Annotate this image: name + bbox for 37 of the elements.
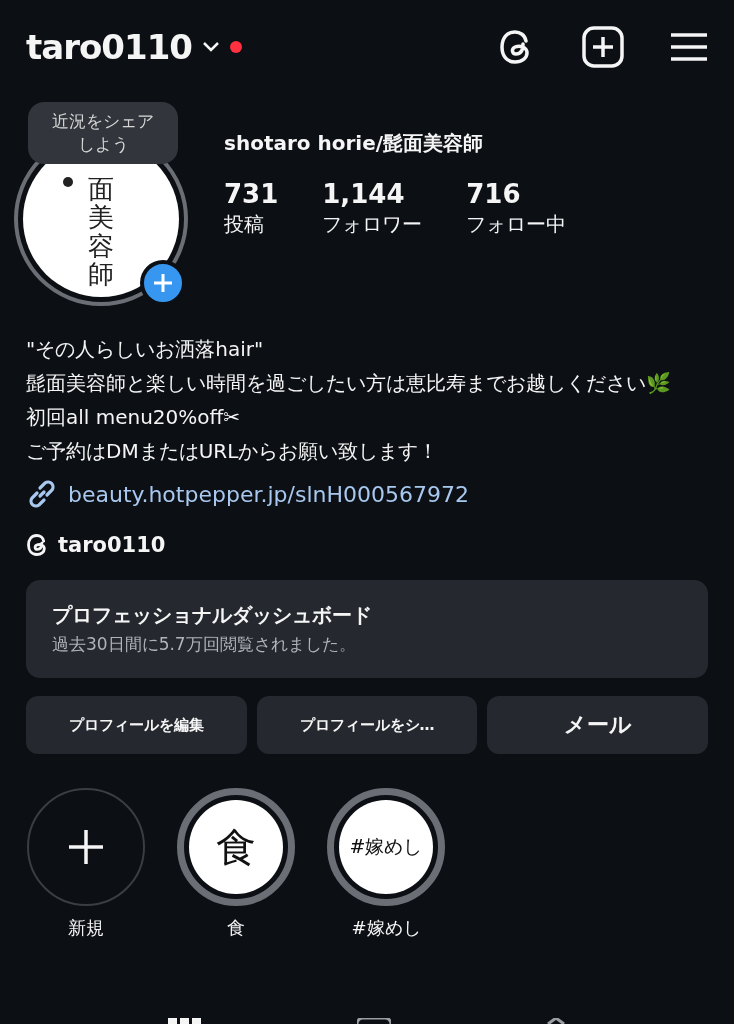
stat-value[interactable]: 716 <box>466 179 567 209</box>
stat-label[interactable]: フォロー中 <box>466 211 567 238</box>
email-button[interactable]: メール <box>487 696 708 754</box>
highlight-label: #嫁めし <box>351 916 421 940</box>
highlight-cover-text: #嫁めし <box>339 800 433 894</box>
dashboard-subtitle: 過去30日間に5.7万回閲覧されました。 <box>52 633 357 656</box>
chevron-down-icon[interactable] <box>201 41 220 53</box>
reels-icon[interactable] <box>357 1018 391 1024</box>
dashboard-title: プロフェッショナルダッシュボード <box>52 602 373 629</box>
stat-value[interactable]: 731 <box>224 179 279 209</box>
profile-button[interactable]: プロフィールをシ… <box>256 696 478 754</box>
menu-icon[interactable] <box>670 32 708 62</box>
website-link[interactable]: beauty.hotpepper.jp/slnH000567972 <box>68 481 469 507</box>
threads-handle[interactable]: taro0110 <box>58 533 166 557</box>
dashboard-card[interactable]: プロフェッショナルダッシュボード 過去30日間に5.7万回閲覧されました。 <box>26 580 708 678</box>
username[interactable]: taro0110 <box>26 27 192 67</box>
bio-line: "その人らしいお洒落hair" <box>26 336 265 363</box>
share-tooltip[interactable]: 近況をシェアしよう <box>28 102 178 164</box>
display-name: shotaro horie/髭面美容師 <box>224 130 485 157</box>
grid-icon[interactable] <box>167 1018 202 1024</box>
stat-value[interactable]: 1,144 <box>322 179 423 209</box>
stat-label[interactable]: フォロワー <box>322 211 423 238</box>
highlight-cover-text: 食 <box>189 800 283 894</box>
add-post-icon[interactable] <box>582 26 624 68</box>
highlight-label: 食 <box>227 916 245 940</box>
highlight-ring[interactable]: #嫁めし <box>327 788 445 906</box>
plus-icon <box>153 273 173 293</box>
profile-button[interactable]: プロフィールを編集 <box>26 696 247 754</box>
link-icon <box>26 478 58 510</box>
highlight-label: 新規 <box>68 916 104 940</box>
bio-line: 髭面美容師と楽しい時間を過ごしたい方は恵比寿までお越しください🌿 <box>26 370 672 397</box>
plus-icon <box>66 827 106 867</box>
bio-line: ご予約はDMまたはURLからお願い致します！ <box>26 438 440 465</box>
tagged-icon[interactable] <box>546 1018 567 1024</box>
bio-line: 初回all menu20%off✂ <box>26 404 242 431</box>
stat-label[interactable]: 投稿 <box>224 211 279 238</box>
highlight-ring[interactable]: 食 <box>177 788 295 906</box>
